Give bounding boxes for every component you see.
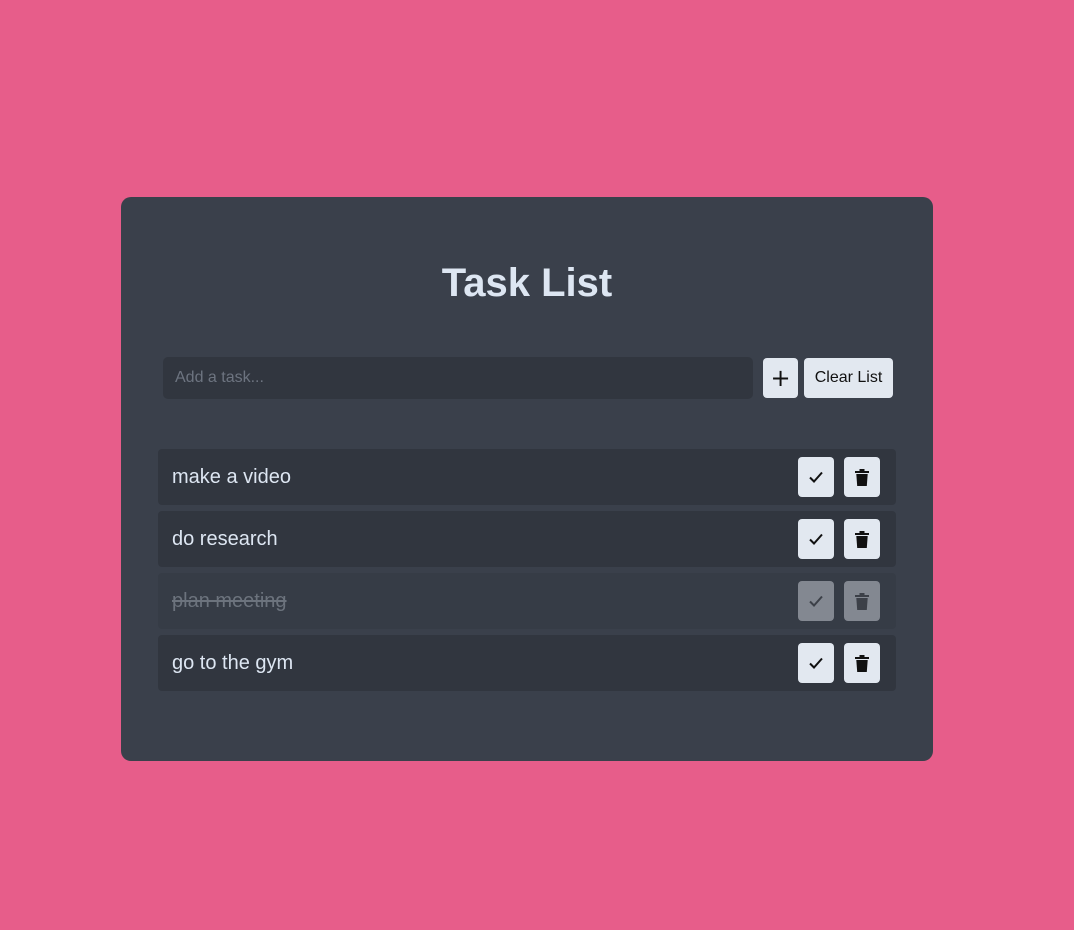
trash-icon [855,592,869,610]
check-icon [809,533,823,545]
complete-task-button[interactable] [798,581,834,621]
task-text: plan meeting [172,590,287,612]
task-card: Task List + Clear List make a video do r… [121,197,933,761]
task-input[interactable] [163,357,753,399]
complete-task-button[interactable] [798,643,834,683]
task-item: make a video [158,449,896,505]
task-item: do research [158,511,896,567]
trash-icon [855,530,869,548]
page-title: Task List [441,261,613,305]
delete-task-button[interactable] [844,519,880,559]
trash-icon [855,654,869,672]
clear-list-button[interactable]: Clear List [804,358,893,398]
complete-task-button[interactable] [798,457,834,497]
add-task-button[interactable]: + [763,358,798,398]
task-item: plan meeting [158,573,896,629]
delete-task-button[interactable] [844,581,880,621]
complete-task-button[interactable] [798,519,834,559]
task-text: go to the gym [172,652,294,674]
task-list: make a video do research plan meeting go… [158,449,896,697]
check-icon [809,657,823,669]
check-icon [809,471,823,483]
add-task-form: + Clear List [163,357,894,399]
check-icon [809,595,823,607]
delete-task-button[interactable] [844,643,880,683]
task-text: do research [172,528,278,550]
task-item: go to the gym [158,635,896,691]
trash-icon [855,468,869,486]
task-text: make a video [172,466,291,488]
delete-task-button[interactable] [844,457,880,497]
